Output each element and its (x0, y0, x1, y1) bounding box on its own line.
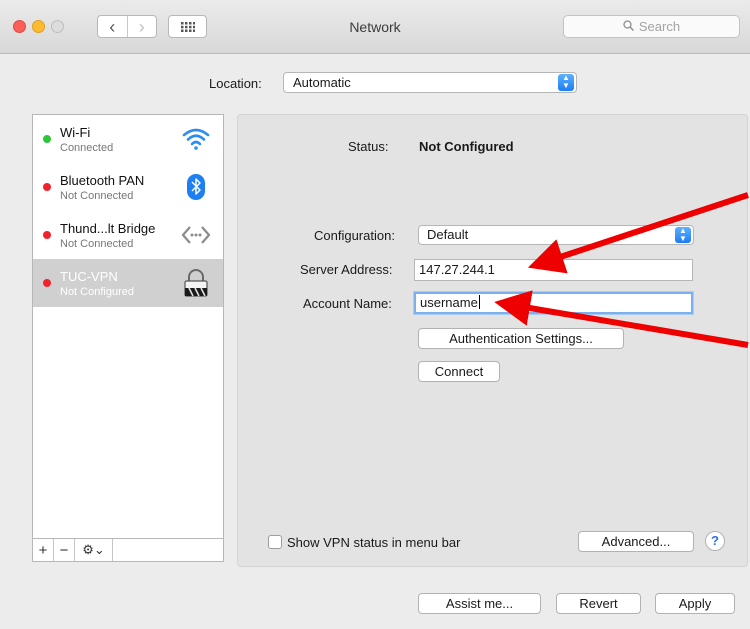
configuration-label: Configuration: (314, 228, 395, 243)
service-item-thunderbolt-bridge[interactable]: Thund...lt Bridge Not Connected (33, 211, 223, 259)
gear-icon: ⚙⌄ (82, 542, 105, 557)
plus-icon: + (38, 541, 48, 559)
text-caret (478, 295, 480, 309)
remove-service-button[interactable]: − (54, 539, 75, 561)
zoom-window-button[interactable] (51, 20, 64, 33)
status-value: Not Configured (419, 139, 514, 154)
service-status: Not Connected (60, 238, 134, 250)
configuration-value: Default (427, 227, 469, 242)
service-list[interactable]: Wi-Fi Connected Bluetooth PAN Not Connec… (32, 114, 224, 539)
add-service-button[interactable]: + (33, 539, 54, 561)
service-name: Wi-Fi (60, 125, 91, 140)
service-status: Not Connected (60, 190, 134, 202)
service-item-tuc-vpn[interactable]: TUC-VPN Not Configured (33, 259, 223, 307)
minimize-window-button[interactable] (32, 20, 45, 33)
chevron-left-icon: ‹ (109, 16, 116, 37)
location-select[interactable]: Automatic ▲ ▼ (283, 72, 577, 93)
forward-button[interactable]: › (126, 16, 157, 37)
search-icon (623, 19, 634, 34)
minus-icon: − (59, 541, 69, 559)
vpn-lock-icon (181, 269, 211, 297)
service-item-bluetooth-pan[interactable]: Bluetooth PAN Not Connected (33, 163, 223, 211)
show-vpn-status-label[interactable]: Show VPN status in menu bar (287, 535, 460, 550)
account-name-field[interactable]: username (414, 292, 693, 314)
configuration-select[interactable]: Default ▲ ▼ (418, 225, 694, 245)
status-dot (43, 231, 51, 239)
back-button[interactable]: ‹ (98, 16, 127, 37)
popup-arrows-icon: ▲ ▼ (675, 227, 691, 243)
show-all-button[interactable] (168, 15, 207, 38)
authentication-settings-button[interactable]: Authentication Settings... (418, 328, 624, 349)
close-window-button[interactable] (13, 20, 26, 33)
thunderbolt-bridge-icon (181, 221, 211, 249)
revert-button[interactable]: Revert (556, 593, 641, 614)
account-name-value: username (420, 295, 478, 310)
chevron-right-icon: › (138, 16, 145, 37)
service-name: Bluetooth PAN (60, 173, 145, 188)
service-actions-button[interactable]: ⚙⌄ (75, 539, 113, 561)
location-label: Location: (209, 76, 262, 91)
service-status: Not Configured (60, 286, 134, 298)
service-list-toolbar: + − ⚙⌄ (32, 539, 224, 562)
status-label: Status: (348, 139, 389, 154)
service-name: TUC-VPN (60, 269, 118, 284)
service-name: Thund...lt Bridge (60, 221, 156, 236)
location-value: Automatic (293, 75, 351, 90)
grid-icon (180, 21, 195, 32)
apply-button[interactable]: Apply (655, 593, 735, 614)
connect-button[interactable]: Connect (418, 361, 500, 382)
server-address-label: Server Address: (300, 262, 393, 277)
navigation-buttons: ‹ › (97, 15, 157, 38)
popup-arrows-icon: ▲ ▼ (558, 74, 574, 91)
status-dot (43, 135, 51, 143)
title-bar: ‹ › Network Search (0, 0, 750, 54)
bluetooth-icon (181, 173, 211, 201)
advanced-button[interactable]: Advanced... (578, 531, 694, 552)
server-address-field[interactable]: 147.27.244.1 (414, 259, 693, 281)
server-address-value: 147.27.244.1 (419, 262, 495, 277)
service-status: Connected (60, 142, 114, 154)
account-name-label: Account Name: (303, 296, 392, 311)
help-button[interactable]: ? (705, 531, 725, 551)
search-placeholder: Search (638, 19, 681, 34)
status-dot (43, 183, 51, 191)
wifi-icon (181, 125, 211, 153)
service-item-wifi[interactable]: Wi-Fi Connected (33, 115, 223, 163)
assist-me-button[interactable]: Assist me... (418, 593, 541, 614)
show-vpn-status-checkbox[interactable] (268, 535, 282, 549)
status-dot (43, 279, 51, 287)
search-field[interactable]: Search (563, 15, 740, 38)
